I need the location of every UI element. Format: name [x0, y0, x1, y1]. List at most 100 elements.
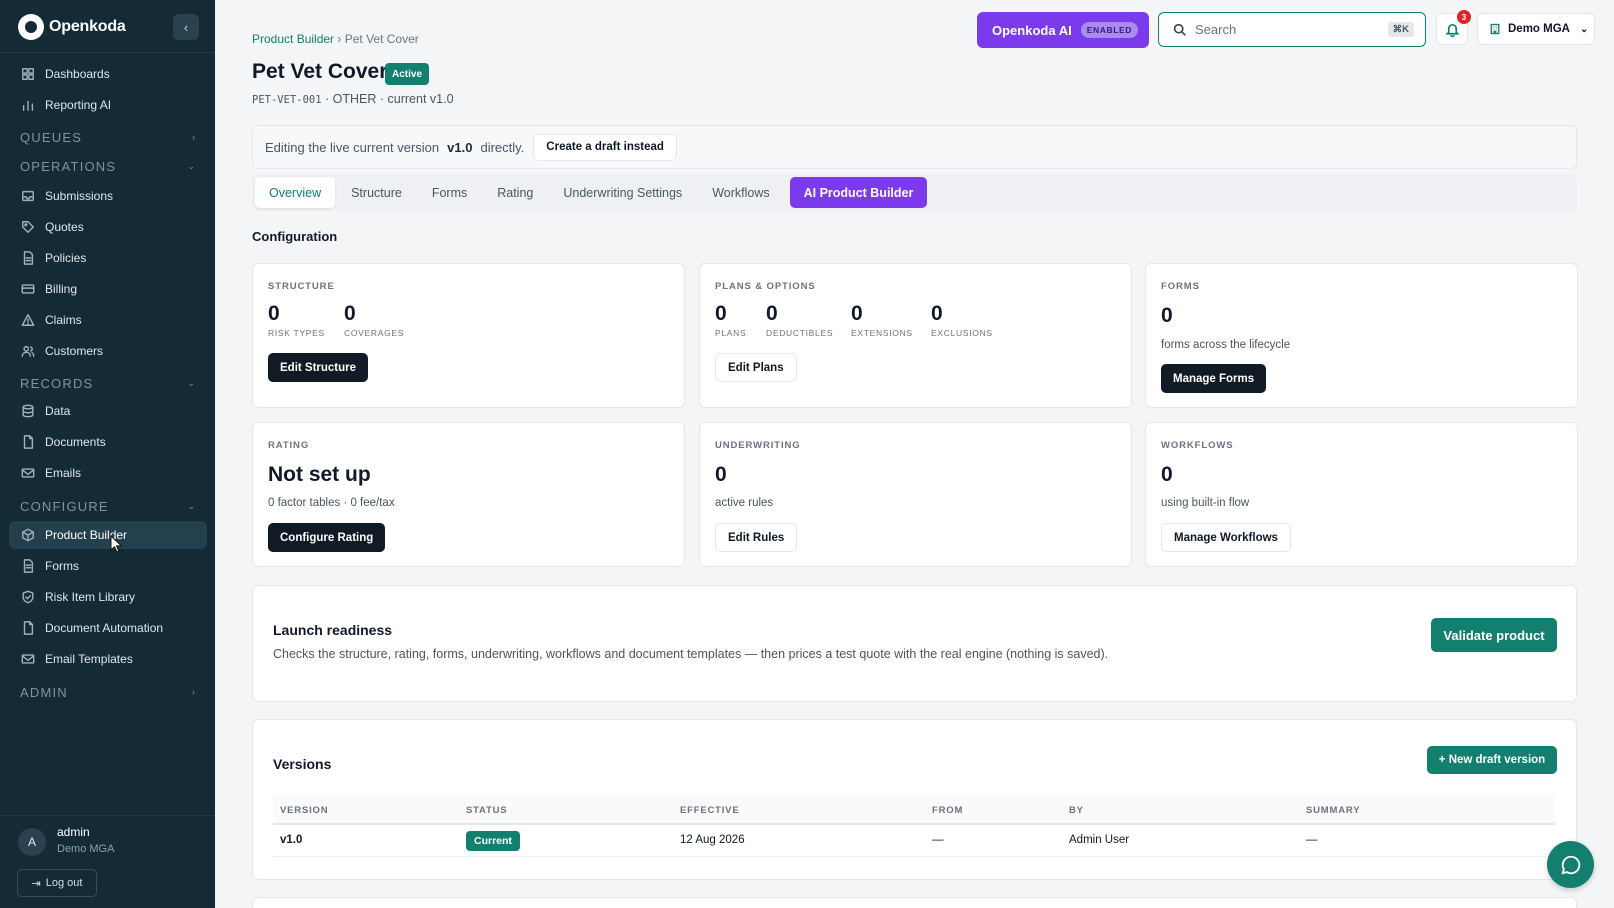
tab-structure[interactable]: Structure: [337, 177, 416, 208]
notification-count-badge: 3: [1457, 10, 1471, 24]
sidebar-item-label: Forms: [45, 559, 79, 573]
brand[interactable]: Openkoda: [18, 14, 126, 40]
card-label: RATING: [268, 440, 310, 451]
sidebar-item-label: Document Automation: [45, 621, 164, 635]
validate-product-button[interactable]: Validate product: [1431, 618, 1557, 652]
bell-icon: [1444, 23, 1460, 37]
sidebar-section-records[interactable]: RECORDS ⌄: [20, 373, 195, 393]
tab-ai-product-builder[interactable]: AI Product Builder: [789, 177, 928, 208]
forms-count: 0: [1161, 304, 1173, 327]
breadcrumb-link-product-builder[interactable]: Product Builder: [252, 32, 334, 46]
sidebar-item-reporting-ai[interactable]: Reporting AI: [9, 91, 207, 119]
underwriting-card: UNDERWRITING 0 active rules Edit Rules: [699, 422, 1132, 567]
sidebar-item-submissions[interactable]: Submissions: [9, 182, 207, 210]
chat-button[interactable]: [1547, 841, 1594, 888]
ai-enabled-chip: ENABLED: [1080, 22, 1138, 38]
sidebar-section-operations[interactable]: OPERATIONS ⌄: [20, 156, 195, 176]
sidebar-section-configure[interactable]: CONFIGURE ⌄: [20, 496, 195, 516]
status-badge: Current: [466, 831, 520, 851]
manage-workflows-button[interactable]: Manage Workflows: [1161, 523, 1291, 552]
edit-plans-button[interactable]: Edit Plans: [715, 353, 797, 382]
sidebar-item-label: Customers: [45, 344, 104, 358]
chevron-down-icon: ⌄: [187, 500, 195, 511]
tab-rating[interactable]: Rating: [483, 177, 547, 208]
sidebar-section-queues[interactable]: QUEUES ›: [20, 127, 195, 147]
configure-rating-button[interactable]: Configure Rating: [268, 523, 386, 552]
create-draft-button[interactable]: Create a draft instead: [533, 133, 677, 161]
chevron-down-icon: ⌄: [187, 377, 195, 388]
tab-overview[interactable]: Overview: [255, 177, 336, 208]
sidebar-item-documents[interactable]: Documents: [9, 428, 207, 456]
document-icon: [20, 435, 35, 450]
column-header-status: STATUS: [466, 805, 508, 816]
launch-readiness-desc: Checks the structure, rating, forms, und…: [273, 647, 1109, 661]
sidebar-item-label: Risk Item Library: [45, 590, 136, 604]
sidebar-item-data[interactable]: Data: [9, 397, 207, 425]
structure-card: STRUCTURE 0 RISK TYPES 0 COVERAGES Edit …: [252, 263, 685, 408]
workflows-card: WORKFLOWS 0 using built-in flow Manage W…: [1145, 422, 1578, 567]
sidebar-item-customers[interactable]: Customers: [9, 337, 207, 365]
product-meta: PET-VET-001 · OTHER · current v1.0: [252, 92, 454, 106]
card-label: PLANS & OPTIONS: [715, 281, 816, 292]
edit-structure-button[interactable]: Edit Structure: [268, 353, 369, 382]
sidebar-item-billing[interactable]: Billing: [9, 275, 207, 303]
section-label: QUEUES: [20, 129, 83, 145]
metric-label: EXTENSIONS: [851, 328, 913, 338]
edit-rules-button[interactable]: Edit Rules: [715, 523, 798, 552]
workflows-count: 0: [1161, 463, 1173, 486]
next-panel-edge: [252, 897, 1577, 908]
grid-icon: [20, 67, 35, 82]
sidebar-item-risk-item-library[interactable]: Risk Item Library: [9, 583, 207, 611]
manage-forms-button[interactable]: Manage Forms: [1161, 364, 1267, 393]
tab-workflows[interactable]: Workflows: [698, 177, 783, 208]
rating-card: RATING Not set up 0 factor tables · 0 fe…: [252, 422, 685, 567]
sidebar-item-label: Billing: [45, 282, 78, 296]
search-box[interactable]: ⌘K: [1158, 12, 1426, 47]
sidebar-item-label: Submissions: [45, 189, 114, 203]
openkoda-ai-button[interactable]: Openkoda AI ENABLED: [977, 12, 1149, 48]
sidebar-item-forms[interactable]: Forms: [9, 552, 207, 580]
org-switcher[interactable]: Demo MGA ⌄: [1477, 13, 1595, 45]
tab-forms[interactable]: Forms: [418, 177, 481, 208]
search-input[interactable]: [1195, 22, 1375, 37]
product-meta-text: · OTHER · current v1.0: [325, 92, 454, 106]
metric-risk-types: 0 RISK TYPES: [268, 302, 325, 338]
logout-button[interactable]: ⇥ Log out: [17, 869, 97, 897]
sidebar-item-label: Policies: [45, 251, 87, 265]
sidebar-item-product-builder[interactable]: Product Builder: [9, 521, 207, 549]
inbox-icon: [20, 189, 35, 204]
user-name: admin: [57, 825, 90, 839]
sidebar-item-email-templates[interactable]: Email Templates: [9, 645, 207, 673]
cell-summary: —: [1306, 834, 1318, 846]
metric-value: 0: [715, 302, 727, 325]
sidebar-item-dashboards[interactable]: Dashboards: [9, 60, 207, 88]
tab-underwriting-settings[interactable]: Underwriting Settings: [549, 177, 696, 208]
chat-bubble-icon: [1560, 855, 1580, 875]
table-header: VERSION STATUS EFFECTIVE FROM BY SUMMARY: [273, 795, 1555, 825]
rating-desc: 0 factor tables · 0 fee/tax: [268, 497, 395, 509]
metric-value: 0: [268, 302, 280, 325]
sidebar-item-policies[interactable]: Policies: [9, 244, 207, 272]
chevron-right-icon: ›: [192, 132, 195, 142]
section-label: RECORDS: [20, 375, 94, 391]
breadcrumb: Product Builder › Pet Vet Cover: [252, 32, 419, 46]
collapse-sidebar-button[interactable]: ‹: [173, 14, 199, 40]
metric-deductibles: 0 DEDUCTIBLES: [766, 302, 833, 338]
sidebar-item-claims[interactable]: Claims: [9, 306, 207, 334]
user-org: Demo MGA: [57, 843, 115, 855]
sidebar-item-emails[interactable]: Emails: [9, 459, 207, 487]
column-header-summary: SUMMARY: [1306, 805, 1361, 816]
configuration-title: Configuration: [252, 229, 338, 244]
table-row[interactable]: v1.0 Current 12 Aug 2026 — Admin User —: [273, 825, 1555, 857]
sidebar-item-document-automation[interactable]: Document Automation: [9, 614, 207, 642]
section-label: ADMIN: [20, 684, 68, 700]
section-label: OPERATIONS: [20, 158, 117, 174]
sidebar-item-quotes[interactable]: Quotes: [9, 213, 207, 241]
banner-version: v1.0: [447, 139, 473, 155]
new-draft-version-button[interactable]: + New draft version: [1427, 746, 1557, 774]
underwriting-count: 0: [715, 463, 727, 486]
avatar[interactable]: A: [18, 828, 46, 856]
sidebar-section-admin[interactable]: ADMIN ›: [20, 682, 195, 702]
database-icon: [20, 404, 35, 419]
sidebar-item-label: Reporting AI: [45, 98, 112, 112]
